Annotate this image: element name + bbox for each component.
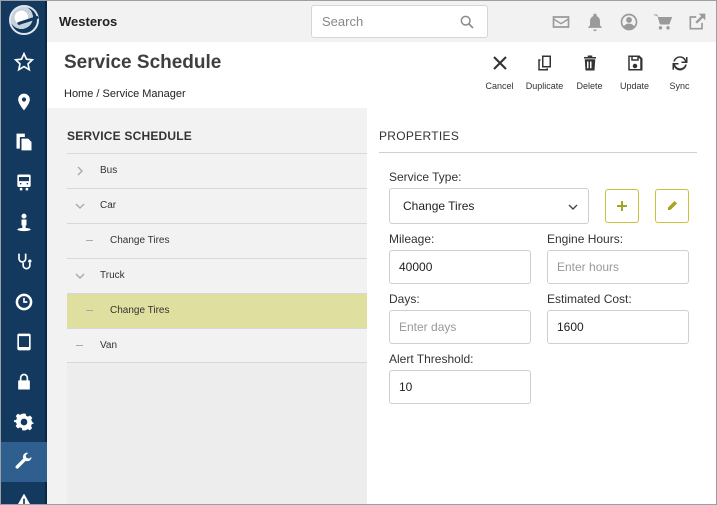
- delete-button[interactable]: Delete: [567, 54, 612, 91]
- bell-icon[interactable]: [584, 11, 606, 33]
- chevron-down-icon[interactable]: [75, 271, 85, 281]
- tree-row-label: Truck: [100, 270, 125, 281]
- search-input[interactable]: [322, 14, 452, 29]
- external-link-icon[interactable]: [686, 11, 708, 33]
- tree-row-truck-change-tires[interactable]: Change Tires: [67, 293, 367, 328]
- alert-threshold-label: Alert Threshold:: [389, 352, 474, 366]
- mileage-label: Mileage:: [389, 232, 435, 246]
- properties-title: PROPERTIES: [379, 129, 460, 143]
- gear-icon[interactable]: [1, 402, 47, 442]
- tree-row-label: Bus: [100, 165, 118, 176]
- add-service-type-button[interactable]: [605, 189, 639, 223]
- service-type-value: Change Tires: [403, 199, 475, 213]
- update-label: Update: [619, 81, 650, 91]
- cancel-button[interactable]: Cancel: [477, 54, 522, 91]
- tree: Bus Car Change Tires Truck Change Tires …: [67, 153, 367, 363]
- documents-icon[interactable]: [1, 122, 47, 162]
- wrench-icon[interactable]: [1, 442, 47, 482]
- pencil-icon: [668, 201, 677, 210]
- lock-icon[interactable]: [1, 362, 47, 402]
- leaf-dash-icon: [86, 310, 93, 311]
- brand-name: Westeros: [59, 14, 118, 29]
- top-bar: Westeros: [47, 1, 716, 42]
- alert-threshold-field[interactable]: [389, 370, 531, 404]
- stethoscope-icon[interactable]: [1, 242, 47, 282]
- leaf-dash-icon: [76, 345, 83, 346]
- cancel-label: Cancel: [485, 81, 514, 91]
- tree-row-car[interactable]: Car: [67, 188, 367, 223]
- toolbar: Cancel Duplicate Delete Update Sync: [477, 54, 702, 91]
- alert-threshold-input[interactable]: [399, 380, 521, 394]
- search-box[interactable]: [311, 5, 488, 38]
- page-header: Service Schedule Home / Service Manager …: [47, 42, 716, 108]
- edit-service-type-button[interactable]: [655, 189, 689, 223]
- warning-icon[interactable]: [1, 482, 47, 504]
- days-input[interactable]: [399, 320, 521, 334]
- trash-icon: [583, 55, 596, 71]
- tree-empty-area: [67, 363, 367, 504]
- map-pin-icon[interactable]: [1, 82, 47, 122]
- top-icons: [550, 11, 708, 33]
- tree-title: SERVICE SCHEDULE: [67, 129, 193, 143]
- tablet-icon[interactable]: [1, 322, 47, 362]
- mail-icon[interactable]: [550, 11, 572, 33]
- breadcrumb[interactable]: Home / Service Manager: [64, 88, 186, 100]
- tree-row-label: Van: [100, 340, 118, 351]
- user-icon[interactable]: [1, 202, 47, 242]
- chevron-down-icon: [568, 204, 578, 210]
- update-button[interactable]: Update: [612, 54, 657, 91]
- account-icon[interactable]: [618, 11, 640, 33]
- cart-icon[interactable]: [652, 11, 674, 33]
- duplicate-button[interactable]: Duplicate: [522, 54, 567, 91]
- save-icon: [627, 55, 642, 71]
- divider: [379, 152, 697, 153]
- tree-row-van[interactable]: Van: [67, 328, 367, 363]
- plus-icon: [617, 201, 627, 211]
- chevron-down-icon[interactable]: [75, 201, 85, 211]
- properties-panel: PROPERTIES Service Type: Change Tires Mi…: [367, 108, 716, 504]
- estimated-cost-field[interactable]: [547, 310, 689, 344]
- bus-icon[interactable]: [1, 162, 47, 202]
- estimated-cost-label: Estimated Cost:: [547, 292, 632, 306]
- sync-label: Sync: [669, 81, 690, 91]
- chevron-right-icon[interactable]: [75, 166, 85, 176]
- mileage-input[interactable]: [399, 260, 521, 274]
- tree-row-truck[interactable]: Truck: [67, 258, 367, 293]
- delete-label: Delete: [576, 81, 603, 91]
- tree-row-label: Change Tires: [110, 235, 170, 246]
- copy-icon: [537, 55, 551, 71]
- service-type-label: Service Type:: [389, 170, 462, 184]
- close-icon: [492, 56, 507, 70]
- tree-row-car-change-tires[interactable]: Change Tires: [67, 223, 367, 258]
- sync-button[interactable]: Sync: [657, 54, 702, 91]
- search-icon[interactable]: [459, 14, 475, 30]
- estimated-cost-input[interactable]: [557, 320, 679, 334]
- engine-hours-field[interactable]: [547, 250, 689, 284]
- clock-icon[interactable]: [1, 282, 47, 322]
- engine-hours-input[interactable]: [557, 260, 679, 274]
- sidebar: [1, 1, 47, 504]
- tree-row-label: Change Tires: [110, 305, 170, 316]
- days-label: Days:: [389, 292, 420, 306]
- duplicate-label: Duplicate: [525, 81, 564, 91]
- tree-row-bus[interactable]: Bus: [67, 153, 367, 188]
- page-title: Service Schedule: [64, 52, 222, 73]
- leaf-dash-icon: [86, 240, 93, 241]
- tree-row-label: Car: [100, 200, 117, 211]
- mileage-field[interactable]: [389, 250, 531, 284]
- logo-icon[interactable]: [9, 5, 39, 35]
- star-icon[interactable]: [1, 42, 47, 82]
- service-type-select[interactable]: Change Tires: [389, 188, 589, 224]
- service-schedule-panel: SERVICE SCHEDULE Bus Car Change Tires Tr…: [67, 121, 367, 504]
- sync-icon: [672, 56, 687, 71]
- app-window: Westeros Service Schedule Home / Service…: [0, 0, 717, 505]
- days-field[interactable]: [389, 310, 531, 344]
- engine-hours-label: Engine Hours:: [547, 232, 624, 246]
